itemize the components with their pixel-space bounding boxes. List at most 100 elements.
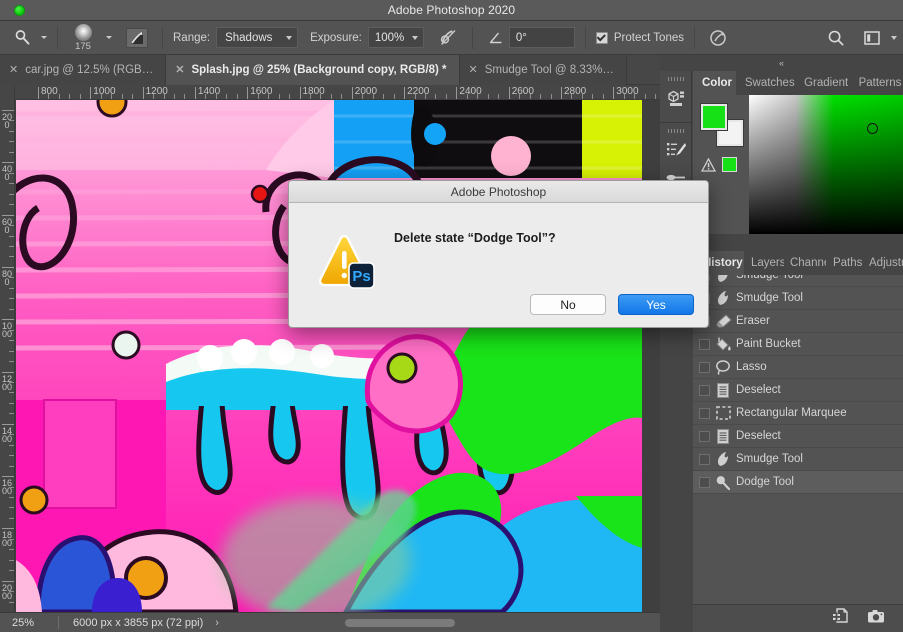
zoom-level[interactable]: 25% [0, 617, 58, 629]
ruler-minor-tick [9, 559, 14, 561]
window-traffic-light-green[interactable] [14, 5, 25, 16]
range-dropdown[interactable]: Shadows [216, 27, 299, 48]
no-button[interactable]: No [530, 294, 606, 315]
right-panel-dock: « Color Swatches Gradient Patterns Histo… [660, 55, 903, 632]
airbrush-toggle-button[interactable] [126, 27, 148, 48]
history-state-label: Lasso [736, 361, 767, 373]
history-state-row[interactable]: Deselect [693, 379, 903, 402]
ruler-minor-tick [634, 94, 636, 99]
brush-preset-picker[interactable]: 175 [68, 21, 98, 55]
window-titlebar: Adobe Photoshop 2020 [0, 0, 903, 21]
pressure-controls-exposure-button[interactable] [436, 26, 462, 50]
exposure-dropdown[interactable]: 100% [367, 27, 424, 48]
ruler-minor-tick [9, 350, 14, 352]
close-icon[interactable]: ✕ [175, 64, 184, 76]
search-icon[interactable] [823, 26, 849, 50]
tab-color[interactable]: Color [693, 71, 736, 95]
tool-preset-chevron-icon[interactable] [41, 36, 47, 39]
ruler-minor-tick [173, 94, 175, 99]
exposure-control[interactable]: Exposure: 100% [310, 21, 424, 55]
create-document-from-state-icon[interactable] [832, 608, 849, 629]
vertical-ruler[interactable]: 200 400 600 800 1000 1200 1400 1600 1800 2000 [0, 85, 15, 612]
history-state-row[interactable]: Rectangular Marquee [693, 402, 903, 425]
document-artwork[interactable] [16, 100, 642, 612]
brush-settings-icon[interactable] [660, 134, 691, 166]
ruler-minor-tick [550, 94, 552, 99]
history-state-row[interactable]: Smudge Tool [693, 287, 903, 310]
document-tab[interactable]: ✕ Smudge Tool @ 8.33%… [459, 55, 627, 85]
ruler-minor-tick [9, 329, 14, 331]
history-snapshot-checkbox[interactable] [699, 361, 710, 373]
panel-grip[interactable] [660, 127, 691, 134]
history-snapshot-checkbox[interactable] [699, 407, 710, 419]
close-icon[interactable]: ✕ [9, 64, 18, 76]
canvas-viewport[interactable] [15, 100, 660, 612]
history-state-row[interactable]: Smudge Tool [693, 448, 903, 471]
history-state-row[interactable]: Deselect [693, 425, 903, 448]
create-snapshot-icon[interactable] [867, 609, 885, 629]
history-snapshot-checkbox[interactable] [699, 430, 710, 442]
close-icon[interactable]: ✕ [469, 64, 478, 76]
ruler-minor-tick [477, 94, 479, 99]
history-state-label: Eraser [736, 315, 770, 327]
history-snapshot-checkbox[interactable] [699, 338, 710, 350]
tab-channels[interactable]: Channels [784, 251, 826, 275]
ruler-minor-tick [9, 120, 14, 122]
ruler-minor-tick [226, 94, 228, 99]
ruler-minor-tick [9, 381, 14, 383]
history-state-row-selected[interactable]: Dodge Tool [693, 471, 903, 494]
warning-swatch[interactable] [722, 157, 737, 172]
history-state-list[interactable]: Smudge Tool Smudge Tool Eraser Paint Bucket… [693, 275, 903, 592]
options-bar-right-group [823, 26, 903, 50]
dialog-body: Ps Delete state “Dodge Tool”? No Yes [289, 203, 708, 327]
horizontal-scrollbar-thumb[interactable] [345, 619, 455, 627]
tab-gradient[interactable]: Gradient [795, 71, 849, 95]
deselect-icon [710, 382, 736, 399]
collapse-panels-icon[interactable]: « [660, 55, 903, 71]
document-dimensions: 6000 px x 3855 px (72 ppi) [73, 616, 204, 629]
ruler-minor-tick [9, 402, 14, 404]
chevron-right-icon[interactable]: › [215, 617, 219, 629]
ruler-minor-tick [278, 94, 280, 99]
tab-patterns[interactable]: Patterns [850, 71, 903, 95]
document-tab-active[interactable]: ✕ Splash.jpg @ 25% (Background copy, RGB… [166, 55, 460, 85]
pressure-controls-size-button[interactable] [705, 26, 731, 50]
document-tab[interactable]: ✕ car.jpg @ 12.5% (RGB… [0, 55, 167, 85]
tab-paths[interactable]: Paths [826, 251, 863, 275]
foreground-color-swatch[interactable] [700, 103, 728, 131]
horizontal-ruler[interactable]: 800 1000 1200 1400 1600 1800 2000 2200 2400 2600 2… [0, 85, 660, 100]
history-state-row[interactable]: Smudge Tool [693, 275, 903, 287]
history-state-row[interactable]: Lasso [693, 356, 903, 379]
range-value: Shadows [225, 31, 273, 44]
ruler-minor-tick [9, 235, 14, 237]
history-panel-tabs: History Layers Channels Paths Adjustment… [693, 251, 903, 275]
tab-swatches[interactable]: Swatches [736, 71, 795, 95]
history-state-row[interactable]: Eraser [693, 310, 903, 333]
yes-button[interactable]: Yes [618, 294, 694, 315]
chevron-down-icon[interactable] [891, 35, 897, 40]
range-control[interactable]: Range: Shadows [173, 21, 299, 55]
libraries-icon[interactable] [660, 82, 691, 114]
ruler-minor-tick [9, 444, 14, 446]
history-state-label: Smudge Tool [736, 275, 803, 281]
history-state-row[interactable]: Paint Bucket [693, 333, 903, 356]
tab-adjustments[interactable]: Adjustments [863, 251, 903, 275]
history-snapshot-checkbox[interactable] [699, 476, 710, 488]
brush-angle-input[interactable]: 0° [508, 27, 575, 48]
brush-preset-chevron-icon[interactable] [106, 36, 112, 39]
color-spectrum-field[interactable] [749, 95, 903, 234]
ruler-minor-tick [414, 94, 416, 99]
delete-state-dialog: Adobe Photoshop Ps Delete state “Dodge T… [288, 180, 709, 328]
history-snapshot-checkbox[interactable] [699, 453, 710, 465]
protect-tones-checkbox[interactable]: Protect Tones [595, 31, 684, 44]
panel-grip[interactable] [660, 75, 691, 82]
tab-layers[interactable]: Layers [744, 251, 784, 275]
workspace-switcher-icon[interactable] [859, 26, 885, 50]
out-of-gamut-row[interactable] [701, 157, 737, 172]
brush-angle-control[interactable]: 0° [483, 21, 575, 55]
color-picker-ring-icon[interactable] [867, 123, 878, 134]
history-snapshot-checkbox[interactable] [699, 384, 710, 396]
ruler-tick [38, 87, 39, 99]
history-state-label: Rectangular Marquee [736, 407, 847, 419]
current-tool-button[interactable] [10, 21, 47, 55]
